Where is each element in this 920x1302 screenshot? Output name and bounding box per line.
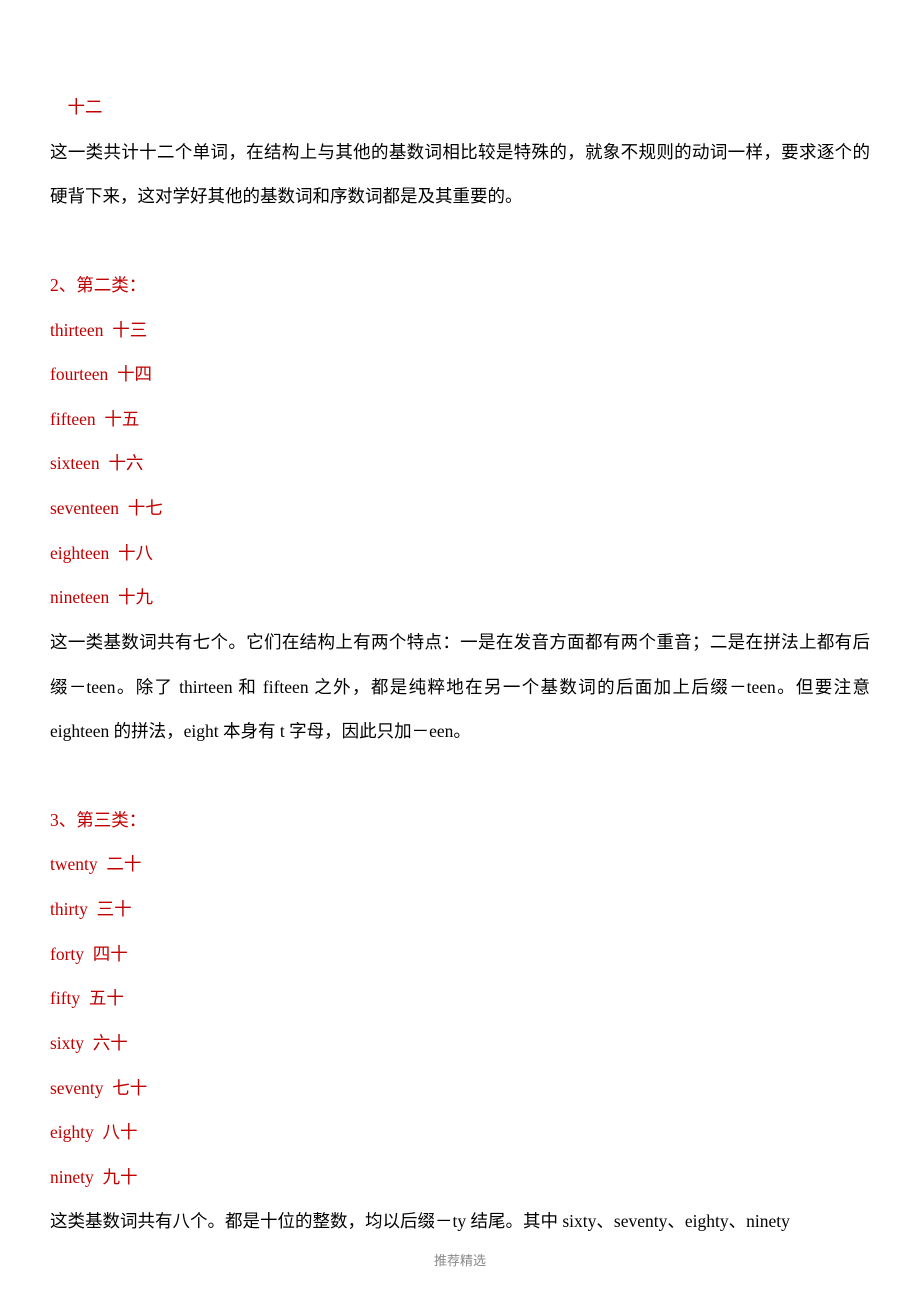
english-word: sixty xyxy=(50,1033,84,1053)
english-word: eighty xyxy=(50,1122,94,1142)
english-word: fifteen xyxy=(50,409,96,429)
list-item: eighty 八十 xyxy=(50,1110,870,1155)
list-item: seventy 七十 xyxy=(50,1066,870,1111)
blank-space xyxy=(50,754,870,798)
chinese-word: 七十 xyxy=(112,1078,147,1098)
chinese-word: 十三 xyxy=(112,320,147,340)
chinese-word: 八十 xyxy=(103,1122,138,1142)
english-word: thirteen xyxy=(50,320,103,340)
chinese-word: 二十 xyxy=(106,854,141,874)
section-3-paragraph: 这类基数词共有八个。都是十位的整数，均以后缀－ty 结尾。其中 sixty、se… xyxy=(50,1199,870,1244)
list-item: ninety 九十 xyxy=(50,1155,870,1200)
list-item: fifteen 十五 xyxy=(50,397,870,442)
page-footer: 推荐精选 xyxy=(50,1244,870,1267)
chinese-word: 十五 xyxy=(104,409,139,429)
top-fragment: 十二 xyxy=(50,85,870,130)
chinese-word: 四十 xyxy=(93,944,128,964)
list-item: forty 四十 xyxy=(50,932,870,977)
paragraph-1: 这一类共计十二个单词，在结构上与其他的基数词相比较是特殊的，就象不规则的动词一样… xyxy=(50,130,870,219)
list-item: seventeen 十七 xyxy=(50,486,870,531)
english-word: forty xyxy=(50,944,84,964)
section-2-list: thirteen 十三 fourteen 十四 fifteen 十五 sixte… xyxy=(50,308,870,620)
section-3-header: 3、第三类： xyxy=(50,798,870,843)
chinese-word: 十四 xyxy=(117,364,152,384)
english-word: fifty xyxy=(50,988,80,1008)
english-word: thirty xyxy=(50,899,88,919)
list-item: eighteen 十八 xyxy=(50,531,870,576)
list-item: nineteen 十九 xyxy=(50,575,870,620)
english-word: sixteen xyxy=(50,453,100,473)
list-item: fifty 五十 xyxy=(50,976,870,1021)
section-3-list: twenty 二十 thirty 三十 forty 四十 fifty 五十 si… xyxy=(50,842,870,1199)
section-2-paragraph: 这一类基数词共有七个。它们在结构上有两个特点：一是在发音方面都有两个重音；二是在… xyxy=(50,620,870,754)
english-word: eighteen xyxy=(50,543,109,563)
english-word: fourteen xyxy=(50,364,108,384)
english-word: twenty xyxy=(50,854,98,874)
section-2-header: 2、第二类： xyxy=(50,263,870,308)
blank-space xyxy=(50,219,870,263)
chinese-word: 六十 xyxy=(93,1033,128,1053)
list-item: sixteen 十六 xyxy=(50,441,870,486)
chinese-word: 九十 xyxy=(103,1167,138,1187)
list-item: sixty 六十 xyxy=(50,1021,870,1066)
chinese-word: 十九 xyxy=(118,587,153,607)
english-word: seventy xyxy=(50,1078,103,1098)
chinese-word: 十七 xyxy=(128,498,163,518)
english-word: ninety xyxy=(50,1167,94,1187)
chinese-word: 五十 xyxy=(89,988,124,1008)
english-word: seventeen xyxy=(50,498,119,518)
list-item: fourteen 十四 xyxy=(50,352,870,397)
list-item: thirteen 十三 xyxy=(50,308,870,353)
chinese-word: 三十 xyxy=(97,899,132,919)
english-word: nineteen xyxy=(50,587,109,607)
chinese-word: 十六 xyxy=(108,453,143,473)
list-item: thirty 三十 xyxy=(50,887,870,932)
list-item: twenty 二十 xyxy=(50,842,870,887)
chinese-word: 十八 xyxy=(118,543,153,563)
